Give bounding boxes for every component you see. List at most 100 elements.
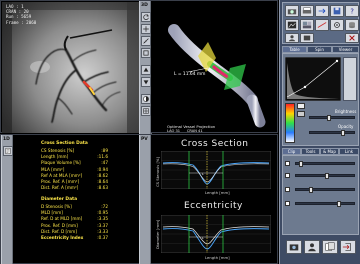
clip-panel [282,155,359,235]
cs-value: :47 [101,160,108,166]
histogram-chart[interactable] [285,57,341,101]
checkbox[interactable] [285,173,290,178]
settings-button[interactable] [330,19,344,31]
clip-slider-4[interactable] [295,202,355,205]
opacity-slider[interactable] [309,131,355,134]
measure-button[interactable] [141,36,151,46]
checkbox[interactable] [285,187,290,192]
colormap-strip [343,57,357,101]
transfer-function-panel: Brightness Opacity [282,53,359,146]
export-button[interactable] [315,5,329,17]
series-button[interactable] [300,33,314,43]
cs-label: MLA [mm²] [41,166,65,172]
tool-button-grid: ? [282,2,359,44]
clip-slider-3-knob[interactable] [309,186,313,193]
colormap-gradient[interactable] [285,103,295,143]
cross-section-ylabel: CS Stenosis [%] [155,156,160,187]
save-button[interactable] [330,5,344,17]
d-label: Prox. Ref. D [mm] [41,222,78,228]
layout-button[interactable] [300,19,314,31]
d-value: :3.35 [97,216,108,222]
cross-section-data-title: Cross Section Data [41,141,88,146]
control-panel: ? Table Spin Viewer Brightness Opacity C… [279,0,360,264]
contrast-button[interactable] [141,94,151,104]
angio-overlay-text: LAO : 1 CRAN : 20 Run : 5659 Frame : 206… [6,4,36,25]
arrow-down-button[interactable] [141,77,151,87]
rotate-button[interactable] [141,12,151,22]
plots-toolbar: PV [139,135,151,264]
clip-slider-4-knob[interactable] [337,200,341,207]
snapshot-button[interactable] [286,240,302,254]
brightness-slider[interactable] [309,116,355,119]
ruler-button[interactable] [315,19,329,31]
eccentricity-index-label: Eccentricity Index [41,235,84,240]
d-label: MLD [mm] [41,210,63,216]
tab-map[interactable]: & Map [320,148,339,155]
help-button[interactable]: ? [345,5,359,17]
database-button[interactable] [345,19,359,31]
clip-slider-1-knob[interactable] [299,160,303,167]
d-label: Dist. Ref. D [mm] [41,228,77,234]
cross-section-plot-title: Cross Section [181,139,249,149]
brightness-slider-knob[interactable] [327,114,331,121]
eccentricity-index-value: :0.37 [97,235,108,240]
print-button[interactable] [300,5,314,17]
report-button[interactable] [3,146,13,156]
cs-label: Prox. Ref. A [mm²] [41,179,80,184]
view-reset-button[interactable] [141,48,151,58]
plots-panel: PV Cross Section L CS Stenosis [%] Lengt… [139,134,278,264]
cs-label: Length [mm] [41,154,69,160]
pan-button[interactable] [141,24,151,34]
angio-overlay-line: Frame : 2060 [6,19,37,25]
copy-button[interactable] [322,240,338,254]
tab-tools[interactable]: Tools [301,148,320,155]
tab-clip[interactable]: Clip [282,148,301,155]
clip-slider-2-knob[interactable] [325,172,329,179]
clip-row [285,200,357,208]
user-button[interactable] [304,240,320,254]
grid-button[interactable] [141,106,151,116]
color-swatch [297,103,305,109]
vessel-3d-render [168,24,266,128]
tab-link[interactable]: Link [339,148,359,155]
d-value: :72 [101,204,108,209]
clip-slider-3[interactable] [295,188,355,191]
cs-label: Plaque Volume [%] [41,160,81,166]
opacity-label: Opacity [338,124,354,129]
cs-value: :8.64 [97,179,108,184]
model-3d-panel: 3D L = 11.64 mm Optimal Vessel Projectio… [139,0,278,134]
d-label: Ref. D at MLD [mm] [41,216,83,222]
checkbox[interactable] [285,161,290,166]
cross-section-plot: L [161,151,271,189]
length-readout: L = 11.64 mm [174,72,206,77]
angiogram-panel: LAO : 1 CRAN : 20 Run : 5659 Frame : 206… [0,0,152,134]
clip-row [285,172,357,180]
checkbox[interactable] [285,201,290,206]
cs-label: Dist. Ref. A [mm²] [41,185,79,191]
cs-label: CS Stenosis [%] [41,148,75,153]
tab-spin[interactable]: Spin [307,46,332,53]
close-icon[interactable] [345,33,359,43]
cross-section-xlabel: Length [mm] [205,190,230,195]
patient-button[interactable] [285,33,299,43]
svg-text:?: ? [350,8,354,16]
camera-button[interactable] [285,5,299,17]
d-value: :0.95 [97,210,108,216]
image-button[interactable] [285,19,299,31]
brightness-label: Brightness [335,109,357,114]
eccentricity-xlabel: Length [mm] [205,255,230,260]
clip-slider-1[interactable] [295,162,355,165]
results-toolbar: 1D [1,135,13,264]
model-mode-label: 3D [141,3,148,8]
eccentricity-plot: L [161,215,271,253]
arrow-up-button[interactable] [141,65,151,75]
eccentricity-plot-title: Eccentricity [184,201,243,211]
tab-table[interactable]: Table [282,46,307,53]
color-swatch [297,111,305,117]
cs-label: Ref A at MLA [mm²] [41,172,83,178]
exit-button[interactable] [340,240,356,254]
opacity-slider-knob[interactable] [341,129,345,136]
results-panel: 1D Cross Section Data CS Stenosis [%]:89… [0,134,151,264]
tab-viewer[interactable]: Viewer [332,46,359,53]
plots-mode-label: PV [141,137,148,142]
